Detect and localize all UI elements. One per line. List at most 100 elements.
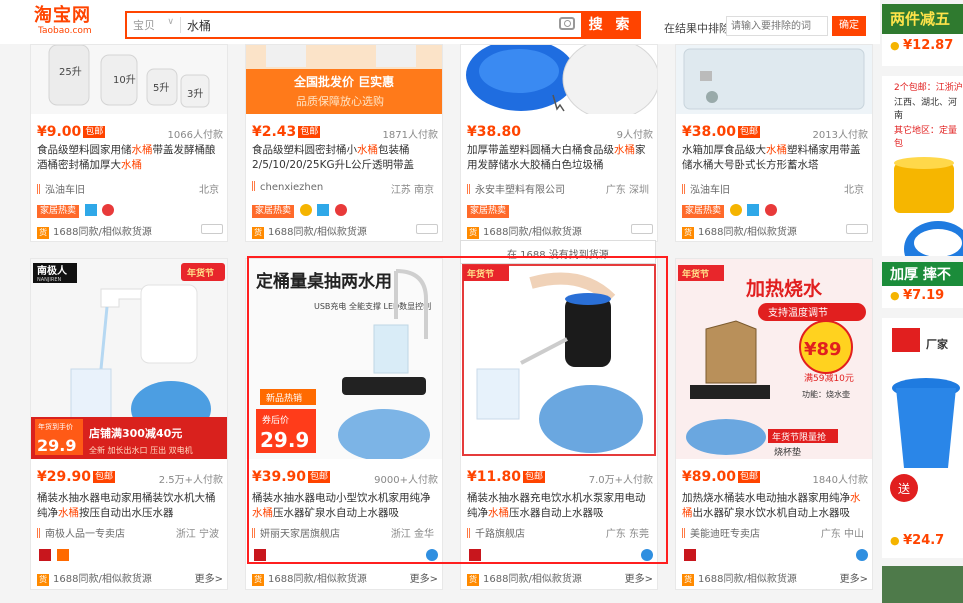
shop-icon <box>682 184 686 194</box>
product-title[interactable]: 桶装水抽水器电动家用桶装饮水机大桶纯净水桶按压自动出水压水器 <box>37 491 221 521</box>
brand-en-label: NANJIREN <box>37 277 61 283</box>
gold-icon <box>729 204 742 216</box>
price-row: ¥9.00 包邮 1066人付款 <box>37 124 223 141</box>
ad-headline: 厂家 <box>926 337 949 351</box>
goods-icon: 货 <box>252 574 264 586</box>
ad-card[interactable]: 厂家 送 ● ¥24.7 <box>882 318 963 558</box>
product-image-drawing <box>683 48 865 110</box>
size-label: 10升 <box>113 74 136 86</box>
search-input[interactable] <box>187 15 567 35</box>
goods-icon: 货 <box>467 574 479 586</box>
product-title[interactable]: 加热烧水桶装水电动抽水器家用纯净水桶出水器矿泉水饮水机自动上水器吸 <box>682 491 866 521</box>
shop-link[interactable]: 美能迪旺专卖店 <box>682 525 760 540</box>
product-image[interactable] <box>461 45 657 114</box>
more-link[interactable]: 更多> <box>195 570 223 585</box>
home-hot-badge: 家居热卖 <box>467 205 510 218</box>
badges: 家居热卖 <box>37 203 115 218</box>
taobao-logo[interactable]: 淘宝网 Taobao.com <box>34 6 114 40</box>
location: 北京 <box>199 185 219 196</box>
product-title[interactable]: 食品级塑料圆家用储水桶带盖发酵桶酿酒桶密封桶加厚大水桶 <box>37 143 221 173</box>
more-link[interactable]: 更多> <box>625 570 653 585</box>
ad-price-row: ● ¥24.7 <box>882 531 963 548</box>
free-shipping-tag: 包邮 <box>298 126 321 138</box>
shop-link[interactable]: 泓油车旧 <box>682 181 730 196</box>
product-image[interactable]: 年货节 加热烧水 支持温度调节 ¥89 满59减10元 功能：烧水壶 年货节限量… <box>676 259 872 459</box>
product-card[interactable]: 年货节 加热烧水 支持温度调节 ¥89 满59减10元 功能：烧水壶 年货节限量… <box>675 258 873 590</box>
product-card[interactable]: 南极人 NANJIREN 年货节 年货到手价 29.9 店铺满300减40元 全… <box>30 258 228 590</box>
more-toggle[interactable] <box>201 224 223 234</box>
source-row[interactable]: 货 1688同款/相似款货源 更多> <box>37 570 223 586</box>
product-card[interactable]: 全国批发价 巨实惠 品质保障放心选购 ¥2.43 包邮 1871人付款 食品级塑料… <box>245 44 443 242</box>
source-row[interactable]: 货 1688同款/相似款货源 <box>252 223 438 239</box>
shop-link[interactable]: 泓油车旧 <box>37 181 85 196</box>
exclude-input[interactable] <box>726 16 828 36</box>
ad-card[interactable] <box>882 566 963 603</box>
paid-count: 1066人付款 <box>167 130 223 141</box>
coin-icon: ● <box>890 289 900 302</box>
ad-line: 2个包邮：江浙沪 <box>894 83 963 93</box>
shop-link[interactable]: 南极人品一专卖店 <box>37 525 125 540</box>
product-title[interactable]: 水箱加厚食品级大水桶塑料桶家用带盖储水桶大号卧式长方形蓄水塔 <box>682 143 866 173</box>
price-row: ¥29.90 包邮 2.5万+人付款 <box>37 469 223 486</box>
source-row[interactable]: 货 1688同款/相似款货源 <box>37 223 223 239</box>
camera-icon[interactable] <box>559 17 575 30</box>
gift-icon <box>764 204 777 216</box>
more-link[interactable]: 更多> <box>410 570 438 585</box>
product-card[interactable]: ¥38.80 9人付款 加厚带盖塑料圆桶大白桶食品级水桶家用发酵储水大胶桶白色垃… <box>460 44 658 242</box>
search-button[interactable]: 搜 索 <box>581 11 641 39</box>
more-toggle[interactable] <box>846 224 868 234</box>
product-card[interactable]: 25升 10升 5升 3升 ¥9.00 包邮 1066人付款 食品级塑料圆家用储水… <box>30 44 228 242</box>
product-image-drawing: 25升 10升 5升 3升 <box>48 45 210 108</box>
price-row: ¥38.00 包邮 2013人付款 <box>682 124 868 141</box>
source-row[interactable]: 货 1688同款/相似款货源 <box>682 223 868 239</box>
service-icon <box>747 204 760 216</box>
product-image[interactable]: 25升 10升 5升 3升 <box>31 45 227 114</box>
badges: 家居热卖 <box>682 203 777 218</box>
price-row: ¥2.43 包邮 1871人付款 <box>252 124 438 141</box>
exclude-confirm-button[interactable]: 确定 <box>832 16 866 36</box>
coin-icon: ● <box>890 534 900 547</box>
feature-text: 功能：烧水壶 <box>802 389 850 399</box>
accessory-label: 烧杯垫 <box>774 446 801 458</box>
location: 广东 深圳 <box>605 185 649 196</box>
product-image[interactable] <box>676 45 872 114</box>
ad-price: ¥12.87 <box>903 38 954 53</box>
goods-icon: 货 <box>37 227 49 239</box>
source-row[interactable]: 货 1688同款/相似款货源 <box>467 223 653 239</box>
shop-icon <box>682 528 686 538</box>
chat-icon[interactable] <box>856 549 868 561</box>
ad-headline: 两件减五 <box>882 4 963 34</box>
shop-icon <box>37 184 41 194</box>
ad-card[interactable]: 加厚 摔不 ● ¥7.19 <box>882 262 963 308</box>
product-card[interactable]: ¥38.00 包邮 2013人付款 水箱加厚食品级大水桶塑料桶家用带盖储水桶大号卧… <box>675 44 873 242</box>
source-row[interactable]: 货 1688同款/相似款货源 更多> <box>252 570 438 586</box>
promo-note: 满59减10元 <box>804 372 854 384</box>
shop-link[interactable]: chenxiezhen <box>252 181 323 193</box>
ad-price-row: ● ¥7.19 <box>882 286 963 303</box>
shop-link[interactable]: 永安丰塑料有限公司 <box>467 181 565 196</box>
price-row: ¥89.00 包邮 1840人付款 <box>682 469 868 486</box>
more-toggle[interactable] <box>416 224 438 234</box>
source-row[interactable]: 货 1688同款/相似款货源 更多> <box>682 570 868 586</box>
source-row[interactable]: 货 1688同款/相似款货源 更多> <box>467 570 653 586</box>
ad-price: ¥7.19 <box>903 288 945 303</box>
gold-icon <box>299 204 312 216</box>
product-image[interactable]: 全国批发价 巨实惠 品质保障放心选购 <box>246 45 442 114</box>
location: 江苏 南京 <box>390 185 434 196</box>
size-label: 3升 <box>187 88 203 100</box>
ad-card[interactable]: 2个包邮：江浙沪 江西、湖北、河南 其它地区：定量包 <box>882 76 963 256</box>
product-title[interactable]: 加厚带盖塑料圆桶大白桶食品级水桶家用发酵储水大胶桶白色垃圾桶 <box>467 143 651 173</box>
more-link[interactable]: 更多> <box>840 570 868 585</box>
product-title[interactable]: 食品级塑料圆密封桶小水桶包装桶2/5/10/20/25KG升L公斤透明带盖 <box>252 143 436 173</box>
brand-label: 南极人 <box>37 264 68 277</box>
limited-label: 年货节限量抢 <box>772 431 826 443</box>
home-hot-badge: 家居热卖 <box>682 205 725 218</box>
product-image[interactable]: 南极人 NANJIREN 年货节 年货到手价 29.9 店铺满300减40元 全… <box>31 259 227 459</box>
more-toggle[interactable] <box>631 224 653 234</box>
badges: 家居热卖 <box>467 203 510 218</box>
coupon-subtext: 全新 加长出水口 压出 双电机 <box>89 445 193 455</box>
price-row: ¥38.80 9人付款 <box>467 124 653 141</box>
ad-card[interactable]: 两件减五 ● ¥12.87 <box>882 4 963 66</box>
search-scope-select[interactable]: 宝贝 ∨ <box>133 17 181 33</box>
paid-count: 9人付款 <box>616 130 653 141</box>
